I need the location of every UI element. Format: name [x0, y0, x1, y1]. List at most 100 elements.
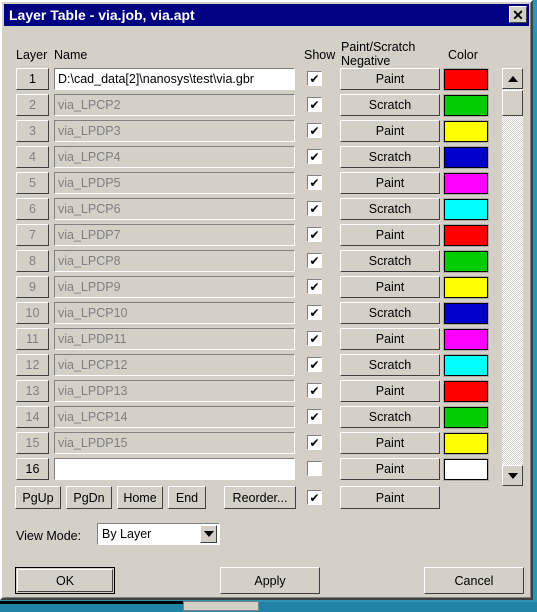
show-checkbox[interactable]: ✔	[307, 123, 322, 138]
paint-scratch-toggle-button[interactable]: Scratch	[340, 250, 440, 272]
color-swatch-button[interactable]	[443, 224, 489, 247]
show-checkbox[interactable]: ✔	[307, 149, 322, 164]
scrollbar-thumb[interactable]	[502, 90, 523, 116]
layer-name-input[interactable]: via_LPDP13	[54, 380, 295, 402]
layer-name-input[interactable]: via_LPDP5	[54, 172, 295, 194]
color-swatch-button[interactable]	[443, 302, 489, 325]
layer-number-button[interactable]: 6	[16, 198, 49, 220]
color-swatch-button[interactable]	[443, 406, 489, 429]
show-checkbox[interactable]: ✔	[307, 383, 322, 398]
paint-scratch-toggle-button[interactable]: Paint	[340, 276, 440, 298]
layer-name-input[interactable]: D:\cad_data[2]\nanosys\test\via.gbr	[54, 68, 295, 90]
color-swatch-button[interactable]	[443, 146, 489, 169]
layer-name-input[interactable]: via_LPCP6	[54, 198, 295, 220]
layer-name-input[interactable]: via_LPDP15	[54, 432, 295, 454]
nav-show-checkbox[interactable]: ✔	[307, 490, 322, 505]
scroll-down-arrow-icon[interactable]	[502, 465, 523, 486]
show-checkbox[interactable]: ✔	[307, 357, 322, 372]
color-swatch-button[interactable]	[443, 380, 489, 403]
paint-scratch-toggle-button[interactable]: Scratch	[340, 354, 440, 376]
taskbar-button[interactable]	[183, 601, 259, 611]
layer-number-button[interactable]: 10	[16, 302, 49, 324]
layer-name-input[interactable]: via_LPCP14	[54, 406, 295, 428]
nav-paint-button[interactable]: Paint	[340, 486, 440, 509]
color-swatch-button[interactable]	[443, 172, 489, 195]
layer-name-input[interactable]: via_LPCP2	[54, 94, 295, 116]
show-checkbox[interactable]: ✔	[307, 409, 322, 424]
layer-number-button[interactable]: 2	[16, 94, 49, 116]
layer-name-input[interactable]: via_LPDP7	[54, 224, 295, 246]
color-swatch-button[interactable]	[443, 94, 489, 117]
layer-number-button[interactable]: 11	[16, 328, 49, 350]
page-down-button[interactable]: PgDn	[66, 486, 112, 509]
show-checkbox[interactable]: ✔	[307, 305, 322, 320]
paint-scratch-toggle-button[interactable]: Paint	[340, 224, 440, 246]
paint-scratch-toggle-button[interactable]: Paint	[340, 120, 440, 142]
layer-number-button[interactable]: 7	[16, 224, 49, 246]
checkmark-icon: ✔	[309, 253, 320, 268]
paint-scratch-toggle-button[interactable]: Paint	[340, 432, 440, 454]
layer-name-input[interactable]: via_LPCP12	[54, 354, 295, 376]
color-swatch-button[interactable]	[443, 68, 489, 91]
color-swatch-button[interactable]	[443, 354, 489, 377]
vertical-scrollbar[interactable]	[502, 68, 523, 486]
layer-number-button[interactable]: 9	[16, 276, 49, 298]
show-checkbox[interactable]	[307, 461, 322, 476]
title-bar[interactable]: Layer Table - via.job, via.apt ✕	[4, 4, 529, 26]
show-checkbox[interactable]: ✔	[307, 175, 322, 190]
layer-number-button[interactable]: 1	[16, 68, 49, 90]
color-swatch-button[interactable]	[443, 458, 489, 481]
view-mode-select[interactable]: By Layer	[97, 523, 220, 545]
layer-name-input[interactable]: via_LPDP9	[54, 276, 295, 298]
show-checkbox[interactable]: ✔	[307, 71, 322, 86]
show-checkbox[interactable]: ✔	[307, 331, 322, 346]
chevron-down-icon[interactable]	[200, 525, 217, 543]
paint-scratch-toggle-button[interactable]: Scratch	[340, 302, 440, 324]
paint-scratch-toggle-button[interactable]: Scratch	[340, 406, 440, 428]
show-checkbox[interactable]: ✔	[307, 253, 322, 268]
home-button[interactable]: Home	[117, 486, 163, 509]
show-checkbox[interactable]: ✔	[307, 97, 322, 112]
layer-number-button[interactable]: 13	[16, 380, 49, 402]
layer-name-input[interactable]: via_LPCP8	[54, 250, 295, 272]
layer-name-input[interactable]: via_LPCP10	[54, 302, 295, 324]
layer-number-button[interactable]: 14	[16, 406, 49, 428]
reorder-button[interactable]: Reorder...	[224, 486, 296, 509]
end-button[interactable]: End	[168, 486, 206, 509]
paint-scratch-toggle-button[interactable]: Scratch	[340, 198, 440, 220]
color-swatch-button[interactable]	[443, 328, 489, 351]
paint-scratch-toggle-button[interactable]: Paint	[340, 458, 440, 480]
layer-name-input[interactable]: via_LPDP11	[54, 328, 295, 350]
layer-number-button[interactable]: 15	[16, 432, 49, 454]
show-checkbox[interactable]: ✔	[307, 201, 322, 216]
layer-name-input[interactable]: via_LPDP3	[54, 120, 295, 142]
color-swatch-button[interactable]	[443, 120, 489, 143]
layer-name-input[interactable]	[54, 458, 295, 480]
scroll-up-arrow-icon[interactable]	[502, 68, 523, 89]
color-swatch-button[interactable]	[443, 198, 489, 221]
paint-scratch-toggle-button[interactable]: Scratch	[340, 146, 440, 168]
paint-scratch-toggle-button[interactable]: Paint	[340, 328, 440, 350]
color-swatch-button[interactable]	[443, 276, 489, 299]
paint-scratch-toggle-button[interactable]: Paint	[340, 380, 440, 402]
layer-number-button[interactable]: 5	[16, 172, 49, 194]
layer-number-button[interactable]: 12	[16, 354, 49, 376]
layer-number-button[interactable]: 16	[16, 458, 49, 480]
ok-button[interactable]: OK	[15, 567, 115, 594]
show-checkbox[interactable]: ✔	[307, 435, 322, 450]
layer-number-button[interactable]: 3	[16, 120, 49, 142]
show-checkbox[interactable]: ✔	[307, 279, 322, 294]
color-swatch-button[interactable]	[443, 432, 489, 455]
layer-number-button[interactable]: 4	[16, 146, 49, 168]
close-icon[interactable]: ✕	[509, 6, 527, 23]
cancel-button[interactable]: Cancel	[424, 567, 524, 594]
paint-scratch-toggle-button[interactable]: Paint	[340, 68, 440, 90]
layer-name-input[interactable]: via_LPCP4	[54, 146, 295, 168]
page-up-button[interactable]: PgUp	[15, 486, 61, 509]
layer-number-button[interactable]: 8	[16, 250, 49, 272]
show-checkbox[interactable]: ✔	[307, 227, 322, 242]
color-swatch-button[interactable]	[443, 250, 489, 273]
paint-scratch-toggle-button[interactable]: Scratch	[340, 94, 440, 116]
apply-button[interactable]: Apply	[220, 567, 320, 594]
paint-scratch-toggle-button[interactable]: Paint	[340, 172, 440, 194]
